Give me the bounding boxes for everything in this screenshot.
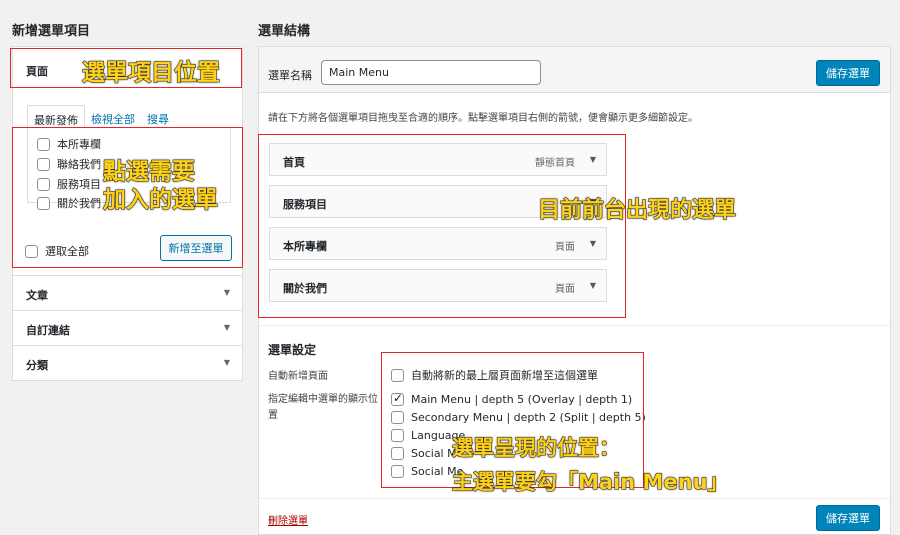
accordion-custom-links[interactable]: 自訂連結 ▼ (12, 311, 243, 346)
footer-divider (259, 498, 890, 499)
accordion-posts[interactable]: 文章 ▼ (12, 276, 243, 311)
triangle-down-icon: ▼ (223, 288, 230, 297)
display-location-label: 指定編輯中選單的顯示位置 (268, 394, 378, 421)
menu-structure-heading: 選單結構 (258, 24, 311, 39)
annotation-current-menu: 目前前台出現的選單 (537, 198, 737, 224)
annotation-location-1: 選單呈現的位置： (452, 436, 621, 461)
menu-header: 選單名稱 Main Menu 儲存選單 (259, 47, 890, 93)
auto-add-label: 自動新增頁面 (268, 371, 328, 382)
annotation-select-2: 加入的選單 (103, 187, 219, 214)
accordion-categories[interactable]: 分類 ▼ (12, 346, 243, 381)
accordion-label: 自訂連結 (26, 324, 70, 337)
menu-name-label: 選單名稱 (268, 69, 312, 82)
accordion-label: 分類 (26, 359, 48, 372)
menu-name-input[interactable]: Main Menu (321, 60, 541, 85)
save-menu-button-bottom[interactable]: 儲存選單 (816, 505, 880, 531)
menu-settings-heading: 選單設定 (268, 343, 317, 357)
accordion-label: 文章 (26, 289, 48, 302)
instructions-text: 請在下方將各個選單項目拖曳至合適的順序。點擊選單項目右側的箭號，便會顯示更多細節… (268, 113, 698, 124)
annotation-position: 選單項目位置 (82, 60, 221, 87)
annotation-location-2: 主選單要勾「Main Menu」 (452, 470, 730, 495)
triangle-down-icon: ▼ (223, 323, 230, 332)
delete-menu-link[interactable]: 刪除選單 (268, 512, 308, 527)
save-menu-button[interactable]: 儲存選單 (816, 60, 880, 86)
add-menu-items-heading: 新增選單項目 (12, 24, 91, 39)
highlight-box-menu-items (258, 134, 626, 318)
divider (259, 325, 890, 326)
triangle-down-icon: ▼ (223, 358, 230, 367)
